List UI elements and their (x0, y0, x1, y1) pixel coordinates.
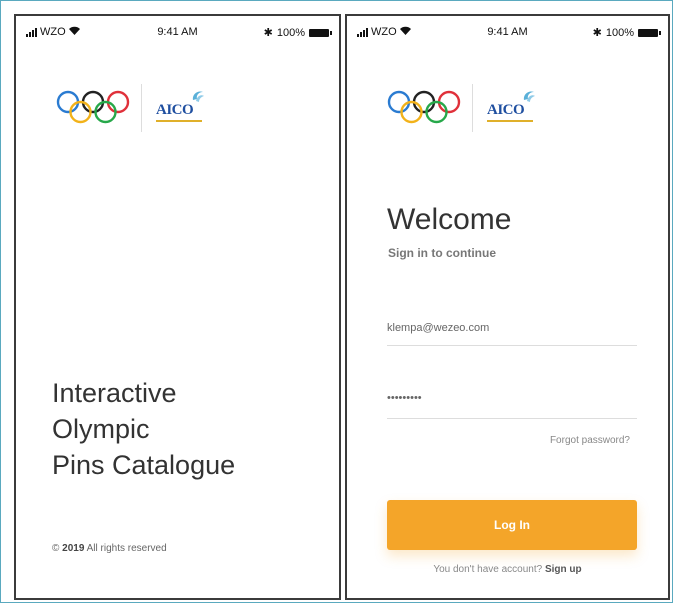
app-title: Interactive Olympic Pins Catalogue (52, 375, 235, 483)
battery-percent: 100% (276, 26, 305, 39)
status-right: ✱ 100% (592, 26, 661, 39)
battery-icon (638, 28, 661, 37)
signin-subtitle: Sign in to continue (388, 246, 496, 260)
bluetooth-icon: ✱ (263, 27, 273, 39)
forgot-password-link[interactable]: Forgot password? (550, 435, 630, 446)
aico-logo-text: AICO (487, 102, 525, 118)
copyright-notice: © 2019 All rights reserved (52, 543, 167, 554)
aico-swirl-icon (523, 91, 535, 102)
password-input[interactable] (387, 392, 637, 404)
aico-logo: AICO (156, 88, 216, 124)
copyright-text: All rights reserved (86, 543, 167, 554)
status-right: ✱ 100% (263, 26, 332, 39)
app-title-line-1: Interactive (52, 378, 177, 408)
signup-prompt-text: You don't have account? (433, 564, 543, 575)
copyright-year: 2019 (62, 543, 85, 554)
logo-divider (472, 84, 473, 132)
email-input[interactable] (387, 322, 637, 334)
status-bar: WZO 9:41 AM ✱ 100% (347, 22, 668, 44)
logo-group: AICO (56, 82, 226, 136)
aico-swirl-icon (192, 91, 204, 102)
splash-screen: WZO 9:41 AM ✱ 100% AICO Interactive Olym… (14, 14, 341, 600)
password-field (387, 388, 637, 419)
copyright-symbol: © (52, 543, 60, 554)
app-title-line-2: Olympic (52, 414, 150, 444)
login-button[interactable]: Log In (387, 500, 637, 550)
app-title-line-3: Pins Catalogue (52, 450, 236, 480)
bluetooth-icon: ✱ (592, 27, 602, 39)
welcome-heading: Welcome (387, 203, 512, 236)
signup-link[interactable]: Sign up (545, 564, 582, 575)
aico-logo-text: AICO (156, 102, 194, 118)
aico-underline (487, 120, 533, 122)
battery-percent: 100% (605, 26, 634, 39)
battery-icon (309, 28, 332, 37)
olympic-rings-icon (56, 90, 130, 124)
email-field (387, 318, 637, 346)
aico-underline (156, 120, 202, 122)
olympic-rings-icon (387, 90, 461, 124)
login-screen: WZO 9:41 AM ✱ 100% AICO Welcome Sign in … (345, 14, 670, 600)
logo-divider (141, 84, 142, 132)
aico-logo: AICO (487, 88, 547, 124)
status-bar: WZO 9:41 AM ✱ 100% (16, 22, 339, 44)
signup-prompt: You don't have account? Sign up (347, 564, 668, 575)
logo-group: AICO (387, 82, 557, 136)
